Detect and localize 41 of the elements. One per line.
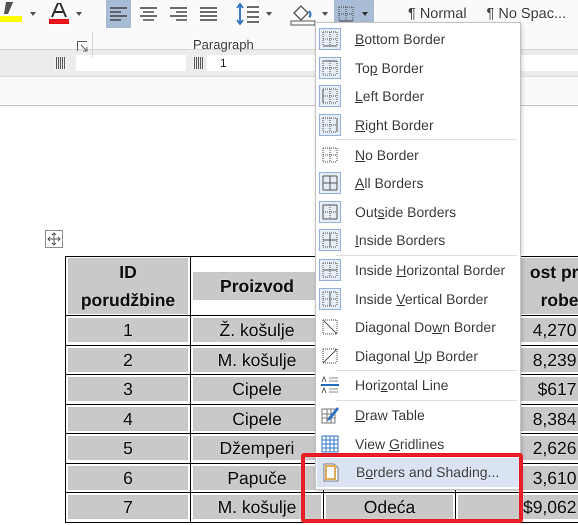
indent-marker-icon[interactable]	[194, 57, 203, 69]
font-color-icon[interactable]	[48, 3, 70, 25]
menu-item[interactable]: No Border	[316, 140, 520, 169]
align-left-icon	[110, 7, 128, 21]
table-cell: 6	[68, 466, 188, 490]
caret-icon[interactable]	[266, 12, 272, 16]
align-button[interactable]	[106, 0, 131, 28]
style-option[interactable]: ¶ No Spac...	[486, 6, 566, 22]
column-header: ID porudžbine	[68, 258, 188, 314]
caret-icon[interactable]	[76, 12, 82, 16]
menu-item[interactable]: Top Border	[316, 54, 520, 82]
menu-item[interactable]: All Borders	[316, 168, 520, 198]
table-cell: 5	[68, 436, 188, 460]
table-cell: 1	[68, 318, 188, 342]
move-handle-icon[interactable]	[45, 230, 63, 248]
border-icon	[338, 6, 354, 22]
table-cell: $9,062	[458, 495, 578, 520]
align-center-icon	[140, 7, 158, 21]
caret-icon[interactable]	[30, 12, 36, 16]
menu-item[interactable]: Outside Borders	[316, 198, 520, 226]
style-option[interactable]: ¶ Normal	[408, 6, 467, 22]
table-cell: 2	[68, 348, 188, 372]
menu-item[interactable]: Bottom Border	[316, 25, 520, 54]
menu-item[interactable]: Left Border	[316, 82, 520, 111]
table-cell: M. košulje	[193, 495, 321, 520]
menu-item[interactable]: Inside Borders	[316, 226, 520, 255]
table-cell: 4	[68, 406, 188, 431]
caret-icon	[362, 12, 368, 16]
caret-icon[interactable]	[322, 12, 328, 16]
table-cell: 3	[68, 377, 188, 402]
ruler-number: 1	[220, 56, 227, 70]
indent-marker-icon[interactable]	[56, 57, 65, 69]
menu-item[interactable]: Right Border	[316, 110, 520, 140]
table-cell: 7	[68, 495, 188, 520]
group-label: Paragraph	[193, 37, 254, 52]
align-right-icon	[170, 7, 188, 21]
line-spacing-icon[interactable]	[236, 3, 260, 25]
justify-icon	[200, 7, 218, 21]
table-cell: Odeća	[326, 495, 453, 520]
menu-item[interactable]: Borders and Shading...	[317, 458, 519, 486]
dialog-launcher-icon[interactable]	[77, 41, 88, 52]
